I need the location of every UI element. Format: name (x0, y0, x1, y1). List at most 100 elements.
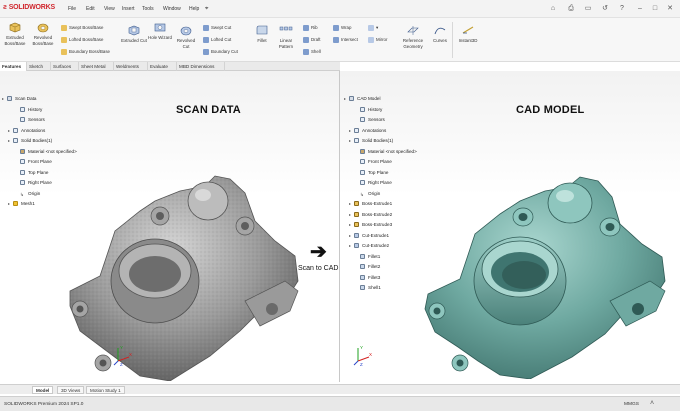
revolved-cut-icon (180, 26, 192, 36)
shell-button[interactable]: Shell (303, 49, 321, 55)
tree-item-front-plane[interactable]: Front Plane (20, 158, 52, 166)
history-icon (360, 106, 365, 112)
command-manager: Extruded Boss/Base Revolved Boss/Base Sw… (0, 18, 680, 62)
tab-sheet-metal[interactable]: Sheet Metal (79, 62, 114, 71)
scan-data-viewport[interactable]: ▸ Scan Data History Sensors ▸ Annotations … (0, 71, 339, 382)
pin-icon[interactable]: ⌖ (205, 6, 208, 13)
tab-motion-study-1[interactable]: Motion Study 1 (86, 386, 125, 394)
tree-item-history[interactable]: History (20, 106, 42, 114)
tree-item-top-plane[interactable]: Top Plane (20, 169, 48, 177)
wrap-button[interactable]: Wrap (333, 25, 351, 31)
extruded-cut-button[interactable]: Extruded Cut (121, 24, 147, 44)
solidworks-logo[interactable]: ƨ SOLIDWORKS (3, 4, 55, 11)
tree-item-solid-bodies[interactable]: ▸ Solid Bodies(1) (8, 137, 52, 145)
new-document-icon[interactable]: ▭ (583, 4, 593, 14)
menu-tools[interactable]: Tools (142, 6, 154, 12)
lofted-cut-button[interactable]: Lofted Cut (203, 37, 231, 43)
revolved-boss-button[interactable]: Revolved Boss/Base (30, 21, 56, 46)
plane-icon (20, 159, 25, 165)
extruded-boss-button[interactable]: Extruded Boss/Base (2, 21, 28, 46)
print-icon[interactable]: ⎙ (566, 4, 576, 14)
home-icon[interactable]: ⌂ (548, 4, 558, 14)
tree-item-fillet2[interactable]: Fillet2 (360, 263, 380, 271)
instant3d-button[interactable]: Instant3D (455, 24, 481, 44)
extruded-boss-icon (9, 22, 21, 33)
tree-item-boss-extrude3[interactable]: ▸ Boss-Extrude3 (349, 221, 392, 229)
tree-item-history[interactable]: History (360, 106, 382, 114)
pattern-dropdown[interactable]: ▾ (368, 25, 378, 31)
part-icon (7, 96, 12, 102)
tree-item-right-plane[interactable]: Right Plane (360, 179, 392, 187)
fillet-icon (360, 264, 365, 270)
chevron-up-icon[interactable]: ˄ (650, 400, 654, 407)
tree-item-material[interactable]: Material <not specified> (360, 148, 417, 156)
tree-item-origin[interactable]: ↳ Origin (20, 190, 40, 198)
plane-icon (360, 169, 365, 175)
menu-view[interactable]: View (104, 6, 115, 12)
linear-pattern-button[interactable]: Linear Pattern (273, 24, 299, 49)
tree-root-scan-data[interactable]: ▸ Scan Data (2, 95, 36, 103)
menu-window[interactable]: Window (163, 6, 181, 12)
cad-solid-model[interactable] (420, 129, 675, 379)
tab-sketch[interactable]: Sketch (27, 62, 51, 71)
tree-item-top-plane[interactable]: Top Plane (360, 169, 388, 177)
tab-mbd-dimensions[interactable]: MBD Dimensions (177, 62, 225, 71)
tab-weldments[interactable]: Weldments (114, 62, 148, 71)
product-version: SOLIDWORKS Premium 2024 SP1.0 (4, 402, 84, 407)
boundary-boss-button[interactable]: Boundary Boss/Base (61, 49, 110, 55)
unit-system[interactable]: MMGS (624, 402, 639, 407)
tree-item-cut-extrude2[interactable]: ▸ Cut-Extrude2 (349, 242, 389, 250)
tree-item-origin[interactable]: ↳ Origin (360, 190, 380, 198)
lofted-boss-button[interactable]: Lofted Boss/Base (61, 37, 103, 43)
tab-model[interactable]: Model (32, 386, 54, 394)
intersect-button[interactable]: Intersect (333, 37, 358, 43)
tree-item-mesh1[interactable]: ▸ Mesh1 (8, 200, 35, 208)
fillet-icon (360, 253, 365, 259)
tree-item-boss-extrude1[interactable]: ▸ Boss-Extrude1 (349, 200, 392, 208)
tree-item-sensors[interactable]: Sensors (360, 116, 385, 124)
tab-3d-views[interactable]: 3D Views (57, 386, 85, 394)
menu-help[interactable]: Help (189, 6, 199, 12)
draft-icon (303, 37, 309, 43)
tree-item-sensors[interactable]: Sensors (20, 116, 45, 124)
boundary-cut-button[interactable]: Boundary Cut (203, 49, 238, 55)
tree-item-fillet1[interactable]: Fillet1 (360, 253, 380, 261)
tab-surfaces[interactable]: Surfaces (51, 62, 79, 71)
tree-item-annotations[interactable]: ▸ Annotations (8, 127, 45, 135)
tree-item-right-plane[interactable]: Right Plane (20, 179, 52, 187)
tree-item-cut-extrude1[interactable]: ▸ Cut-Extrude1 (349, 232, 389, 240)
scanned-mesh-model[interactable] (60, 131, 310, 381)
tree-item-shell1[interactable]: Shell1 (360, 284, 381, 292)
fillet-button[interactable]: Fillet (251, 24, 273, 44)
swept-boss-button[interactable]: Swept Boss/Base (61, 25, 103, 31)
menu-file[interactable]: File (68, 6, 76, 12)
revolved-cut-button[interactable]: Revolved Cut (173, 24, 199, 49)
tree-item-annotations[interactable]: ▸ Annotations (349, 127, 386, 135)
swept-cut-button[interactable]: Swept Cut (203, 25, 231, 31)
tree-item-front-plane[interactable]: Front Plane (360, 158, 392, 166)
plane-icon (20, 169, 25, 175)
reference-geometry-button[interactable]: Reference Geometry (400, 24, 426, 49)
curves-button[interactable]: Curves (429, 24, 451, 44)
undo-icon[interactable]: ↺ (600, 4, 610, 14)
hole-wizard-button[interactable]: Hole Wizard (147, 21, 173, 41)
tab-features[interactable]: Features (0, 62, 27, 71)
extrude-icon (354, 222, 359, 228)
cad-model-viewport[interactable]: ▸ CAD Model History Sensors ▸ Annotations … (340, 71, 680, 382)
part-icon (349, 96, 354, 102)
annotations-icon (13, 127, 18, 133)
tab-evaluate[interactable]: Evaluate (148, 62, 177, 71)
mirror-button[interactable]: Mirror (368, 37, 387, 43)
minimize-icon[interactable]: – (635, 4, 645, 14)
menu-edit[interactable]: Edit (86, 6, 95, 12)
help-icon[interactable]: ? (617, 4, 627, 14)
rib-button[interactable]: Rib (303, 25, 318, 31)
tree-root-cad-model[interactable]: ▸ CAD Model (344, 95, 381, 103)
maximize-icon[interactable]: □ (650, 4, 660, 14)
tree-item-fillet3[interactable]: Fillet3 (360, 274, 380, 282)
draft-button[interactable]: Draft (303, 37, 321, 43)
tree-item-boss-extrude2[interactable]: ▸ Boss-Extrude2 (349, 211, 392, 219)
tree-item-solid-bodies[interactable]: ▸ Solid Bodies(1) (349, 137, 393, 145)
close-icon[interactable]: ✕ (665, 4, 675, 14)
menu-insert[interactable]: Insert (122, 6, 135, 12)
